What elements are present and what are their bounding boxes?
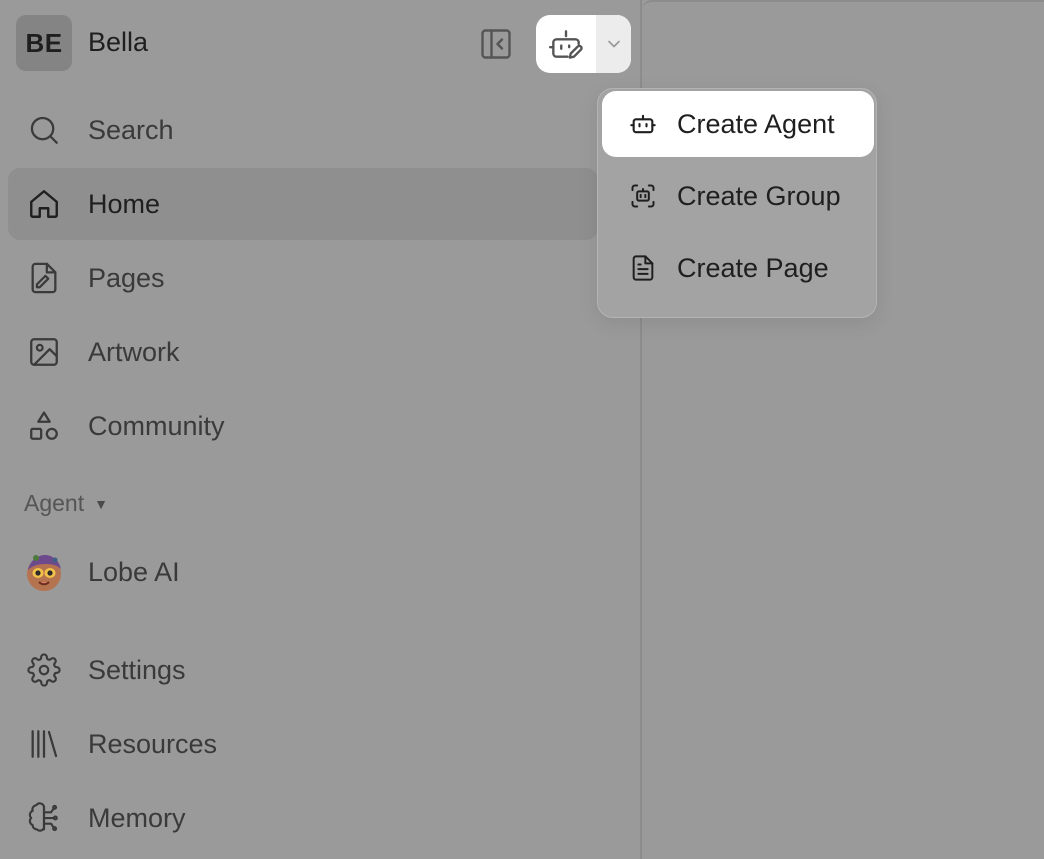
menu-label: Create Group [677, 181, 841, 211]
search-icon [26, 112, 62, 148]
collapse-sidebar-button[interactable] [474, 22, 518, 66]
brain-icon [26, 800, 62, 836]
menu-label: Create Agent [677, 109, 835, 139]
lobe-ai-avatar [24, 552, 64, 592]
create-agent-button[interactable] [536, 15, 596, 73]
image-icon [26, 334, 62, 370]
user-initials: BE [25, 27, 63, 58]
sidebar-collapse-icon [478, 26, 514, 62]
nav-item-community[interactable]: Community [8, 390, 598, 462]
nav-label: Artwork [88, 337, 180, 367]
user-avatar[interactable]: BE [16, 15, 72, 71]
agent-label: Lobe AI [88, 557, 180, 587]
section-label: Agent [24, 490, 85, 516]
bot-group-icon [628, 181, 658, 211]
home-icon [26, 186, 62, 222]
agent-section-header[interactable]: Agent ▼ [24, 488, 108, 518]
nav-item-home[interactable]: Home [8, 168, 598, 240]
nav-item-search[interactable]: Search [8, 94, 598, 166]
library-icon [26, 726, 62, 762]
agent-item-lobe-ai[interactable]: Lobe AI [8, 536, 598, 608]
nav-label: Home [88, 189, 161, 219]
nav-label: Community [88, 411, 225, 441]
nav-label: Pages [88, 263, 165, 293]
nav-label: Search [88, 115, 174, 145]
caret-down-icon: ▼ [94, 496, 108, 512]
nav-label: Settings [88, 655, 186, 685]
document-icon [628, 253, 658, 283]
nav-label: Resources [88, 729, 218, 759]
menu-item-create-group[interactable]: Create Group [602, 163, 874, 229]
create-dropdown-menu: Create Agent Create Group Create Page [597, 88, 877, 318]
nav-item-settings[interactable]: Settings [8, 634, 598, 706]
nav-label: Memory [88, 803, 186, 833]
nav-item-memory[interactable]: Memory [8, 782, 598, 854]
create-menu-toggle[interactable] [596, 15, 631, 73]
nav-item-pages[interactable]: Pages [8, 242, 598, 314]
pages-icon [26, 260, 62, 296]
gear-icon [26, 652, 62, 688]
menu-item-create-agent[interactable]: Create Agent [602, 91, 874, 157]
create-split-button [536, 15, 631, 73]
shapes-icon [26, 408, 62, 444]
nav-item-resources[interactable]: Resources [8, 708, 598, 780]
bot-edit-icon [547, 25, 585, 63]
menu-label: Create Page [677, 253, 829, 283]
bot-icon [628, 109, 658, 139]
sidebar: BE Bella Search Home Pages Artwork Commu… [0, 0, 640, 859]
user-name[interactable]: Bella [88, 26, 148, 58]
chevron-down-icon [604, 34, 624, 54]
menu-item-create-page[interactable]: Create Page [602, 235, 874, 301]
nav-item-artwork[interactable]: Artwork [8, 316, 598, 388]
